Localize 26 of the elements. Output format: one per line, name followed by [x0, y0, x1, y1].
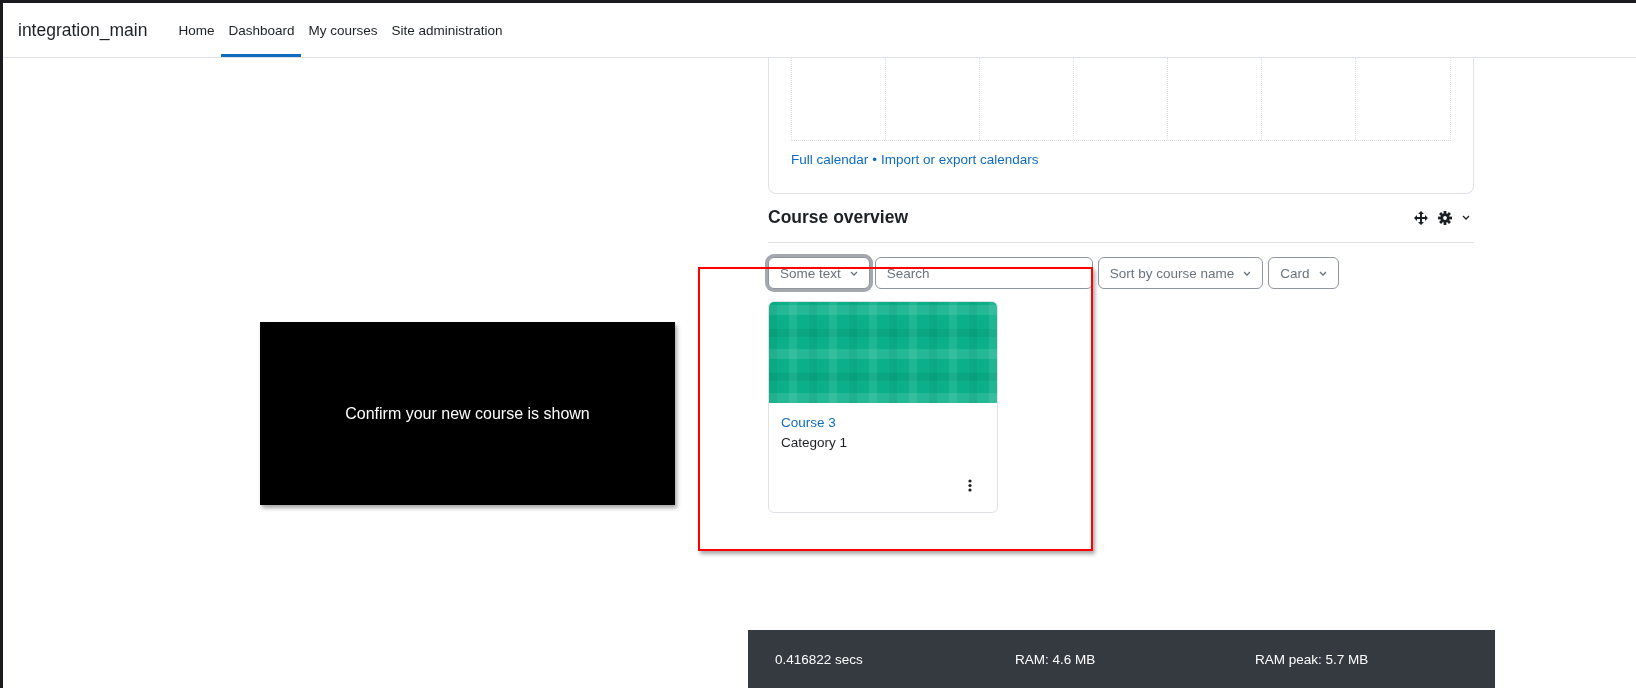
caret-icon	[1243, 270, 1252, 276]
nav-link[interactable]: My courses	[301, 6, 385, 57]
nav-link[interactable]: Site administration	[384, 6, 510, 57]
calendar-link[interactable]: Import or export calendars	[881, 152, 1039, 167]
settings-icon[interactable]	[1438, 210, 1452, 225]
site-name[interactable]: integration_main	[18, 19, 148, 41]
caret-icon[interactable]	[1462, 215, 1470, 220]
dropdown-button[interactable]: Card	[1268, 257, 1339, 289]
caret-icon	[849, 270, 858, 276]
search-field[interactable]: Search	[874, 257, 1093, 289]
course-link[interactable]: Course 3	[781, 415, 985, 430]
nav-link[interactable]: Home	[171, 6, 222, 57]
more-options-icon[interactable]	[968, 479, 972, 492]
nav-link[interactable]: Dashboard	[221, 6, 302, 57]
caret-icon	[1318, 270, 1327, 276]
performance-info: RAM: 4.6 MB	[1015, 651, 1097, 667]
dropdown-button[interactable]: Sort by course name	[1097, 257, 1264, 289]
dropdown-button[interactable]: Some text	[768, 257, 870, 289]
performance-info: RAM peak: 5.7 MB	[1255, 651, 1370, 667]
performance-info: 0.416822 secs	[775, 651, 864, 667]
calendar-link[interactable]: Full calendar	[791, 152, 869, 167]
course-category: Category 1	[781, 435, 849, 450]
section-title: Course overview	[768, 207, 909, 228]
separator-dot: •	[872, 152, 878, 167]
move-icon[interactable]	[1414, 210, 1428, 225]
callout-text: Confirm your new course is shown	[345, 404, 590, 423]
